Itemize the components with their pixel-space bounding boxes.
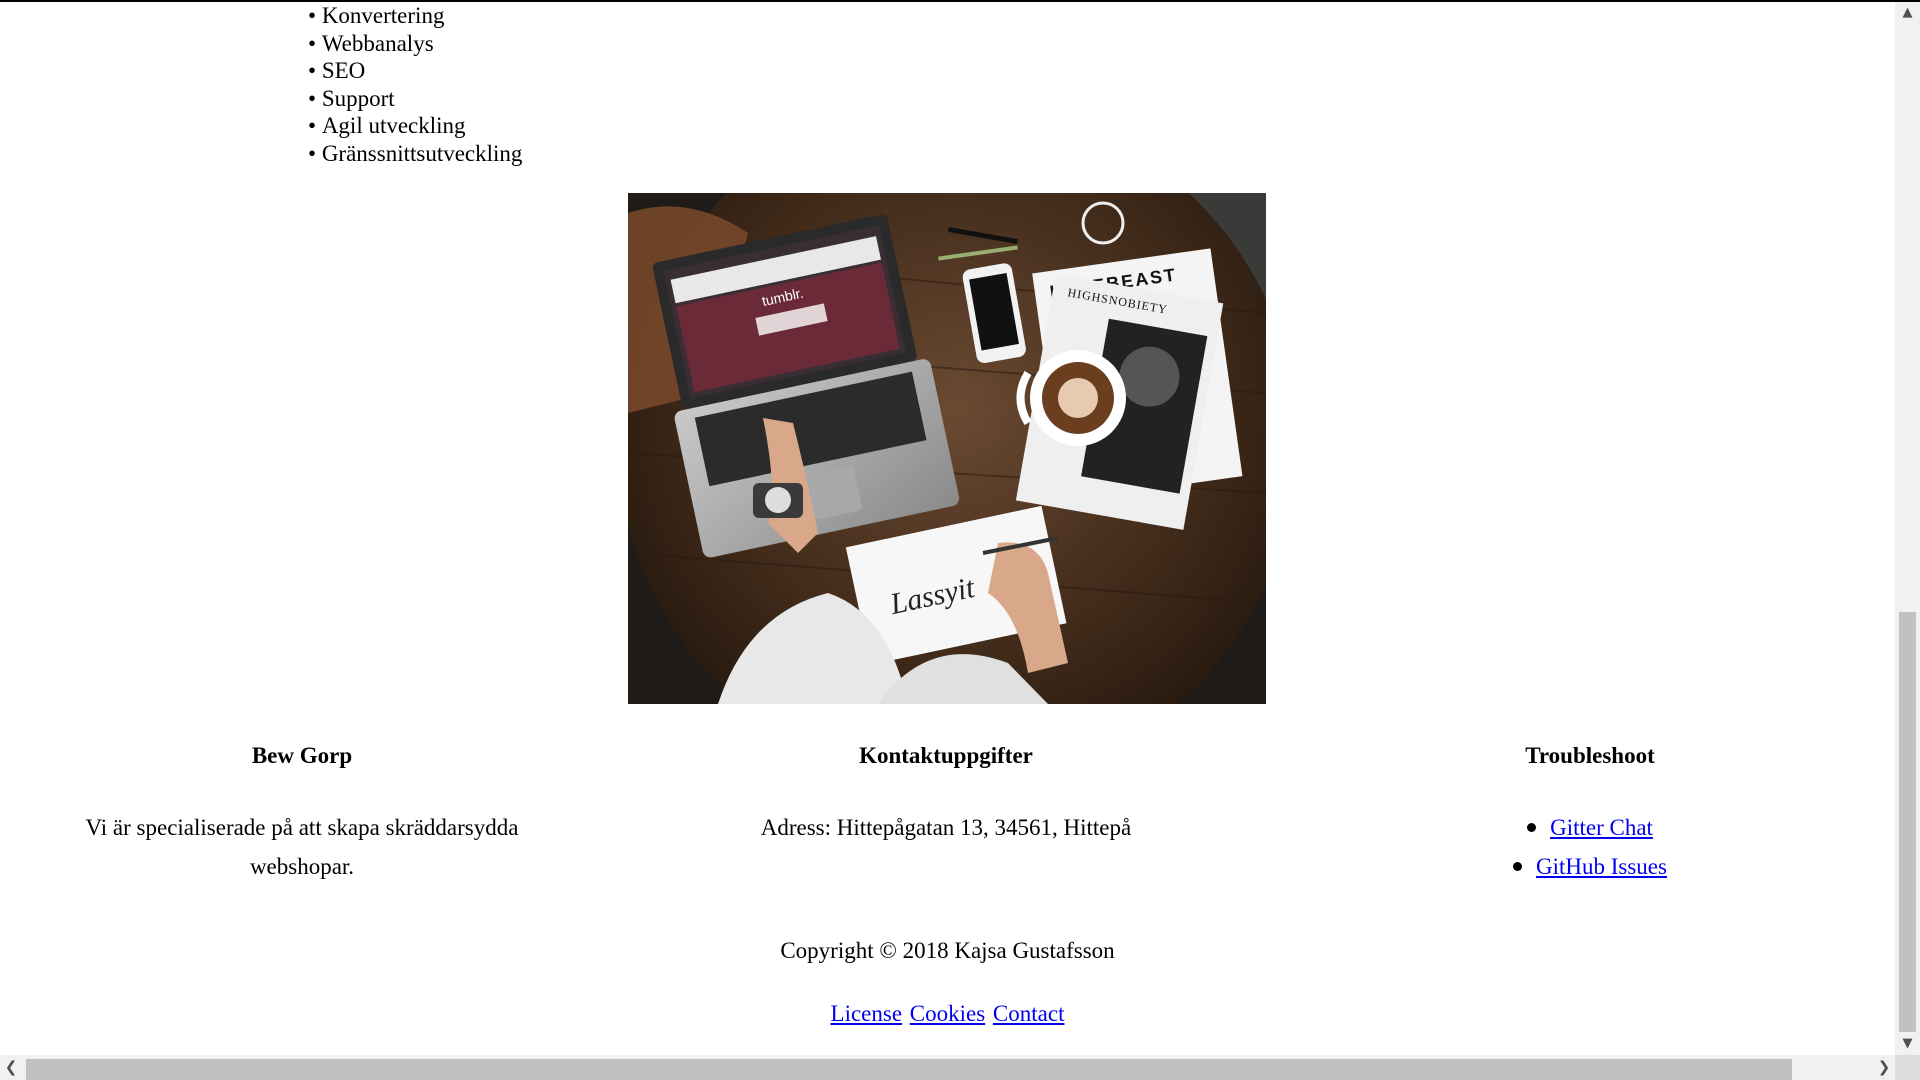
footer-troubleshoot: Troubleshoot Gitter Chat GitHub Issues — [1350, 742, 1830, 886]
page-viewport: Konvertering Webbanalys SEO Support Agil… — [0, 2, 1895, 1055]
footer-about: Bew Gorp Vi är specialiserade på att ska… — [62, 742, 542, 886]
github-issues-link[interactable]: GitHub Issues — [1536, 854, 1667, 879]
contact-link[interactable]: Contact — [993, 1001, 1065, 1026]
list-item: Gitter Chat — [1350, 808, 1830, 847]
cookies-link[interactable]: Cookies — [910, 1001, 985, 1026]
vertical-scroll-thumb[interactable] — [1899, 612, 1916, 1032]
service-item: Webbanalys — [308, 30, 522, 58]
license-link[interactable]: License — [831, 1001, 903, 1026]
hero-image: tumblr. HYPEBEAST HIGHSNOBIETY Lassyit — [628, 193, 1266, 704]
footer-about-heading: Bew Gorp — [251, 743, 353, 768]
footer-address: Adress: Hittepågatan 13, 34561, Hittepå — [760, 815, 1132, 840]
footer-about-text: Vi är specialiserade på att skapa skrädd… — [85, 815, 519, 879]
footer-contact: Kontaktuppgifter Adress: Hittepågatan 13… — [706, 742, 1186, 847]
services-list: Konvertering Webbanalys SEO Support Agil… — [308, 2, 523, 168]
copyright-text: Copyright © 2018 Kajsa Gustafsson — [780, 938, 1115, 963]
service-item: Support — [308, 85, 522, 113]
vertical-scrollbar[interactable]: ▲ ▼ — [1895, 2, 1920, 1055]
footer-troubleshoot-heading: Troubleshoot — [1525, 743, 1655, 768]
scroll-up-arrow-icon[interactable]: ▲ — [1895, 2, 1920, 24]
scroll-left-arrow-icon[interactable]: ❮ — [0, 1055, 22, 1080]
troubleshoot-links: Gitter Chat GitHub Issues — [1350, 808, 1830, 886]
horizontal-scrollbar[interactable]: ❮ ❯ — [0, 1055, 1895, 1080]
service-item: Agil utveckling — [308, 112, 522, 140]
scroll-down-arrow-icon[interactable]: ▼ — [1895, 1033, 1920, 1055]
scrollbar-corner — [1895, 1055, 1920, 1080]
footer-links: License Cookies Contact — [0, 1000, 1895, 1028]
scroll-right-arrow-icon[interactable]: ❯ — [1873, 1055, 1895, 1080]
gitter-chat-link[interactable]: Gitter Chat — [1550, 815, 1653, 840]
footer-contact-heading: Kontaktuppgifter — [859, 743, 1033, 768]
service-item: Gränssnittsutveckling — [308, 140, 523, 168]
service-item: Konvertering — [308, 2, 522, 30]
list-item: GitHub Issues — [1350, 847, 1830, 886]
service-item: SEO — [308, 57, 522, 85]
horizontal-scroll-thumb[interactable] — [26, 1059, 1792, 1080]
